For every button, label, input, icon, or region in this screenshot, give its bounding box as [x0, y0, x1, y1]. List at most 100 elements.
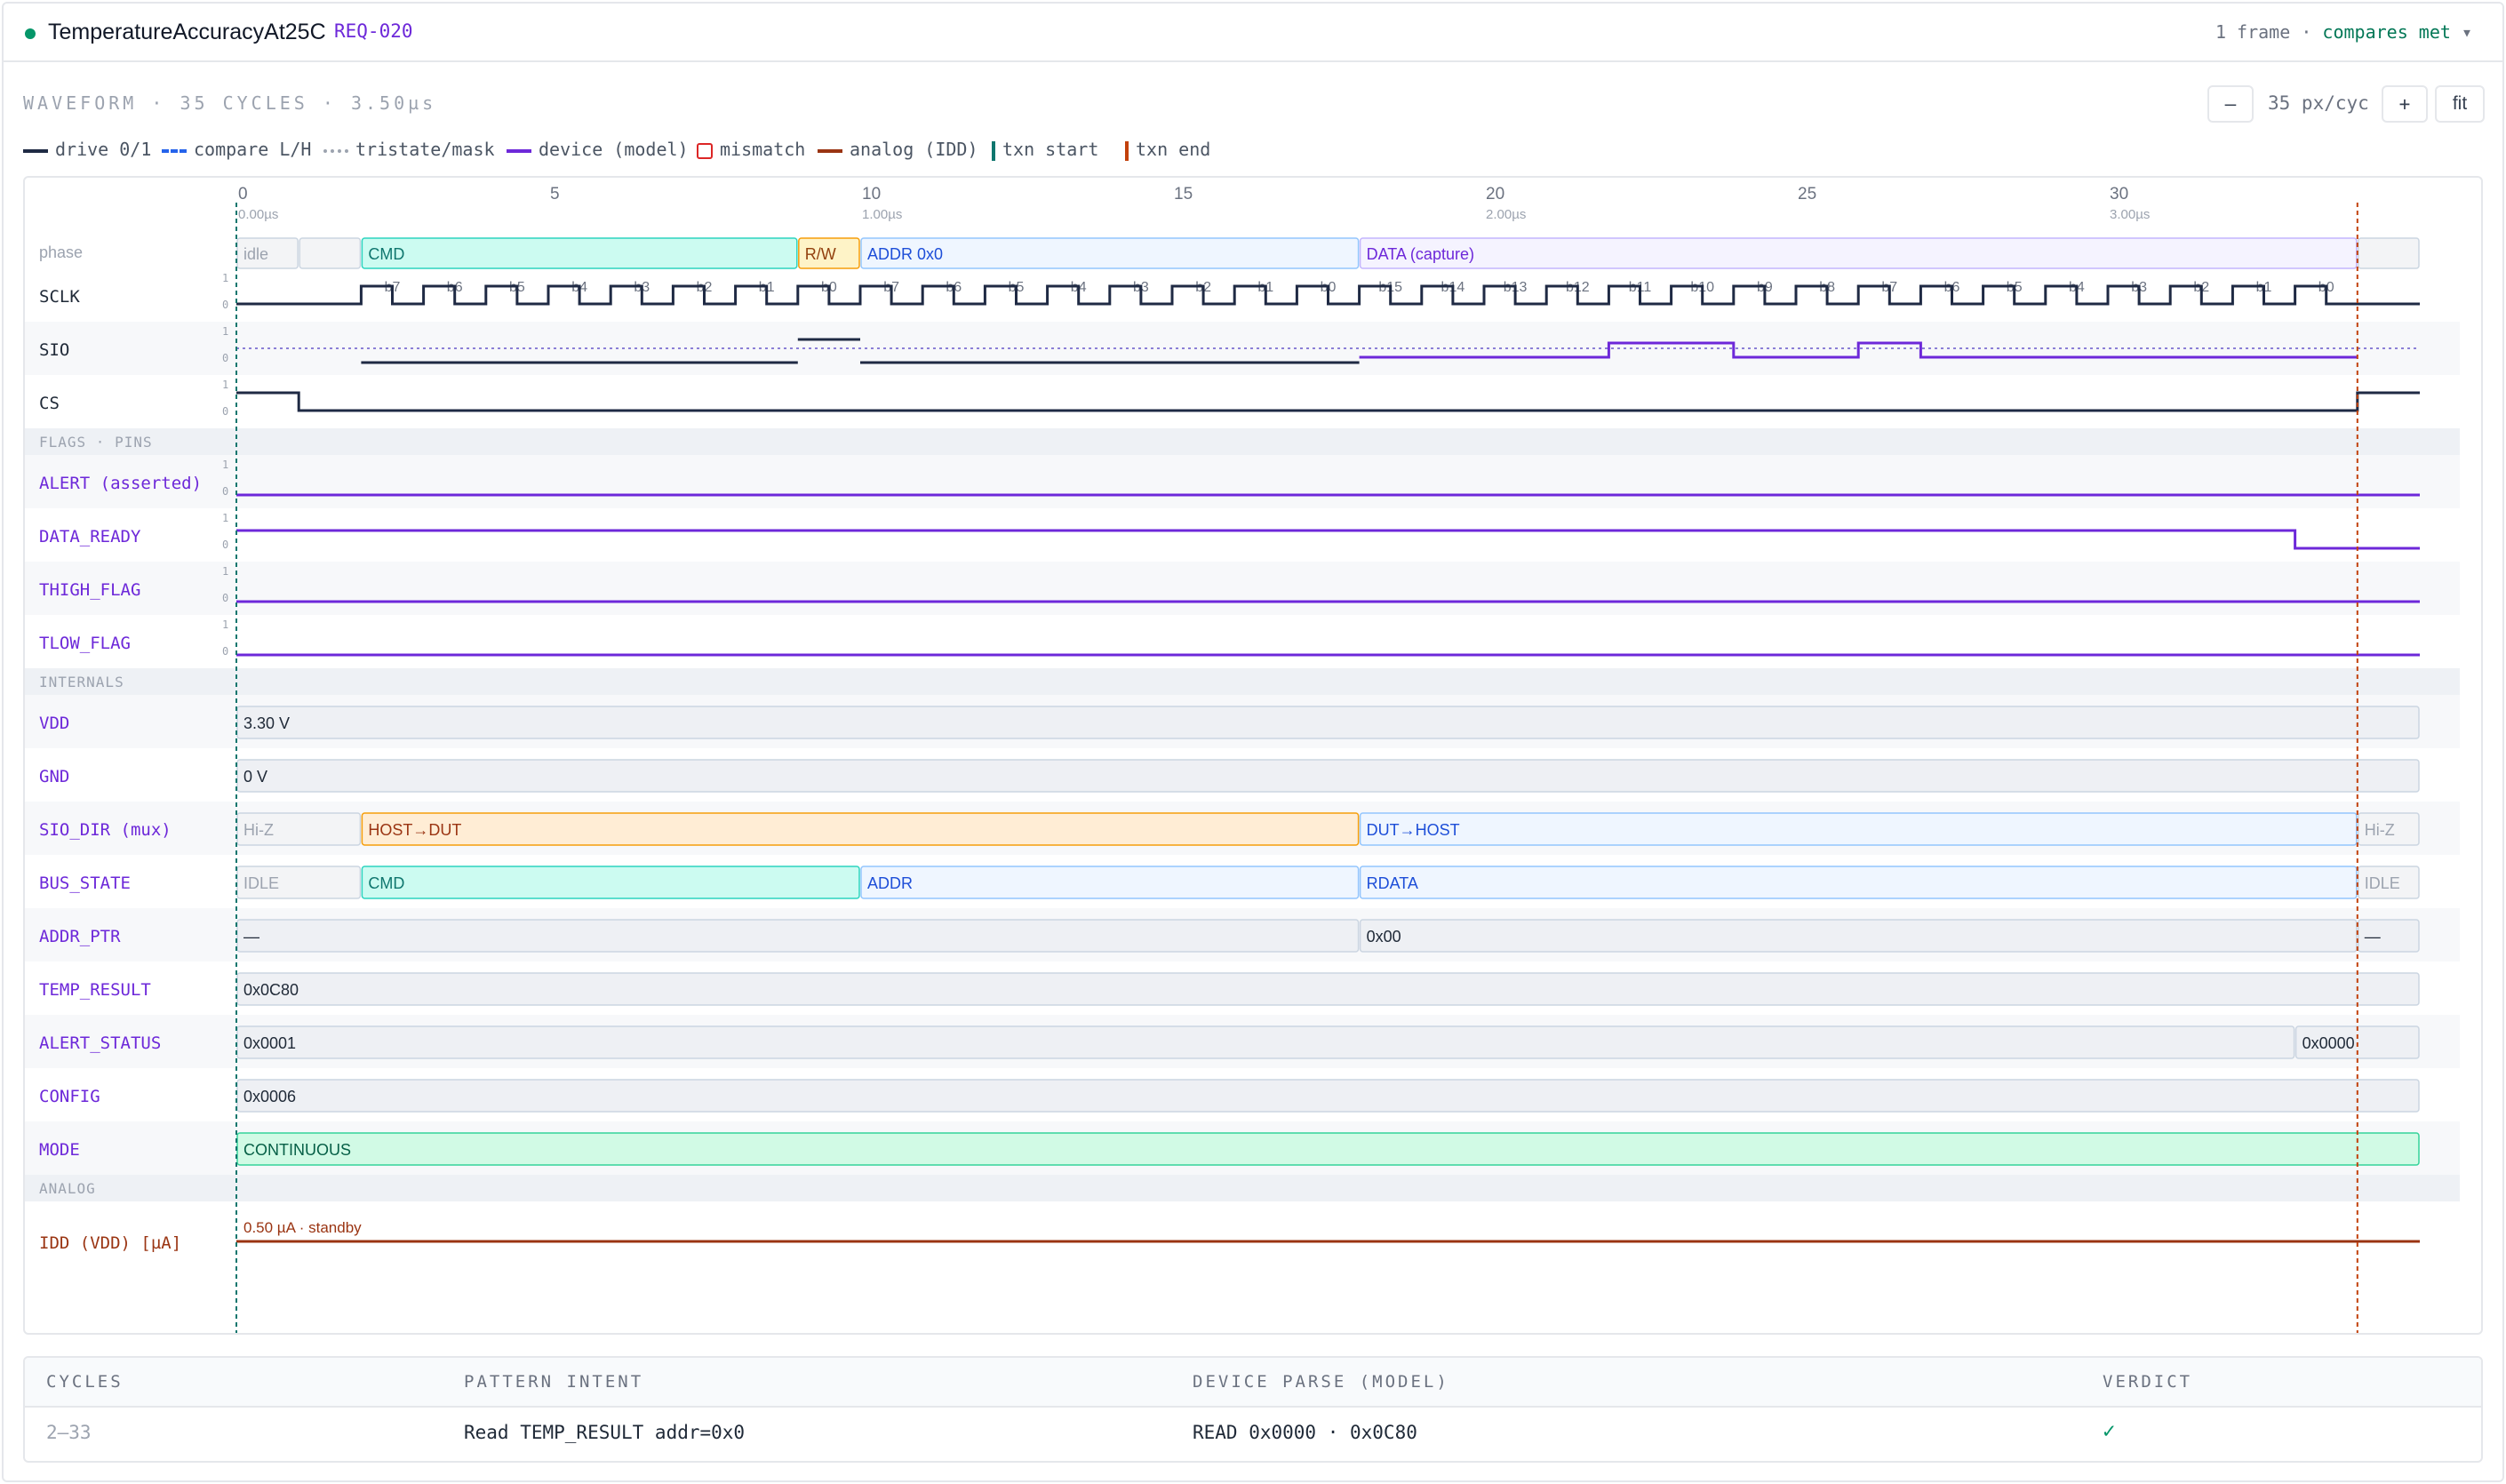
time-tick-time: 1.00µs [862, 207, 902, 222]
bus-value: RDATA [1367, 874, 1418, 892]
time-tick-label: 20 [1486, 185, 1504, 203]
transaction-table: CYCLES PATTERN INTENT DEVICE PARSE (MODE… [23, 1356, 2483, 1463]
bus-value: Hi-Z [2365, 821, 2395, 839]
signal-label: ALERT_STATUS [39, 1033, 161, 1053]
compare-status: compares met [2322, 21, 2451, 43]
legend-compare-swatch [162, 148, 187, 153]
signal-label: CS [39, 394, 60, 413]
time-tick-label: 15 [1174, 185, 1193, 203]
time-tick-label: 5 [550, 185, 560, 203]
zoom-in-button[interactable]: + [2382, 85, 2428, 123]
phase-segment-label: R/W [805, 245, 836, 263]
legend-mismatch: mismatch [697, 139, 805, 160]
bus-value: HOST→DUT [368, 821, 461, 839]
legend-txn-end-swatch [1125, 140, 1129, 161]
bus-value: — [243, 928, 259, 945]
bus-value: IDLE [243, 874, 279, 892]
signal-label: TLOW_FLAG [39, 634, 131, 653]
legend-drive: drive 0/1 [23, 139, 151, 160]
table-header: CYCLES PATTERN INTENT DEVICE PARSE (MODE… [25, 1358, 2481, 1408]
signal-label: IDD (VDD) [µA] [39, 1233, 181, 1253]
bus-segment [236, 972, 2420, 1006]
phase-segment-label: CMD [368, 245, 404, 263]
cycles-cell: 2–33 [46, 1422, 92, 1443]
level-high-label: 1 [222, 565, 228, 578]
level-high-label: 1 [222, 379, 228, 391]
level-low-label: 0 [222, 539, 228, 551]
bus-segment [236, 759, 2420, 793]
signal-label: ADDR_PTR [39, 927, 121, 946]
signal-label: DATA_READY [39, 527, 141, 547]
bus-value: CONTINUOUS [243, 1141, 351, 1159]
legend-mismatch-label: mismatch [720, 139, 806, 160]
analog-annotation: 0.50 µA · standby [243, 1219, 362, 1236]
bus-segment [236, 706, 2420, 739]
phase-segment-label: DATA (capture) [1367, 245, 1474, 263]
waveform-panel[interactable]: 0 0.00µs 5 10 1.00µs 15 20 2.00µs 25 30 3.00µs phas… [23, 176, 2483, 1335]
section-band [25, 1175, 2460, 1201]
column-header-intent: PATTERN INTENT [464, 1372, 644, 1392]
phase-segment [1359, 237, 2358, 269]
signal-label: GND [39, 767, 69, 786]
signal-label: THIGH_FLAG [39, 580, 140, 600]
signal-label: SCLK [39, 287, 80, 307]
requirement-tag[interactable]: REQ-020 [334, 20, 413, 42]
legend-mismatch-swatch [697, 142, 713, 159]
level-low-label: 0 [222, 352, 228, 364]
digital-waveform [236, 391, 2420, 412]
column-header-parse: DEVICE PARSE (MODEL) [1193, 1372, 1449, 1392]
bus-value: CMD [368, 874, 404, 892]
row-band [25, 562, 2460, 615]
signal-label: SIO_DIR (mux) [39, 820, 172, 840]
waveform-canvas[interactable]: 00.00µs5 101.00µs15 202.00µs25 303.00µsphas… [25, 178, 2483, 1335]
legend-compare-label: compare L/H [194, 139, 312, 160]
time-tick-label: 0 [238, 185, 248, 203]
legend-analog-swatch [818, 148, 842, 153]
row-band [25, 455, 2460, 508]
bus-segment [361, 866, 860, 899]
legend-device-label: device (model) [539, 139, 689, 160]
phase-segment-label: idle [243, 245, 268, 263]
legend-compare: compare L/H [162, 139, 311, 160]
status-dot [25, 28, 36, 39]
level-high-label: 1 [222, 512, 228, 524]
time-tick-time: 3.00µs [2110, 207, 2150, 222]
legend-txn-start: txn start [992, 139, 1098, 161]
zoom-level: 35 px/cyc [2268, 92, 2369, 114]
bus-segment [860, 866, 1360, 899]
frame-count: 1 frame [2215, 21, 2291, 43]
legend-device-swatch [507, 148, 531, 153]
signal-label: ALERT (asserted) [39, 474, 202, 493]
zoom-out-button[interactable]: – [2207, 85, 2254, 123]
legend-analog-label: analog (IDD) [850, 139, 978, 160]
bus-value: ADDR [867, 874, 913, 892]
phase-segment [299, 237, 362, 269]
bus-value: 0x0006 [243, 1088, 296, 1105]
chevron-down-icon: ▾ [2461, 21, 2472, 43]
bus-segment [236, 1079, 2420, 1113]
flag-waveform [236, 529, 2420, 550]
phase-row-label: phase [39, 243, 83, 261]
summary-separator: · [2301, 21, 2312, 43]
level-high-label: 1 [222, 459, 228, 471]
level-high-label: 1 [222, 272, 228, 284]
signal-label: BUS_STATE [39, 874, 131, 893]
intent-cell: Read TEMP_RESULT addr=0x0 [464, 1422, 746, 1443]
bus-value: — [2365, 928, 2381, 945]
level-low-label: 0 [222, 405, 228, 418]
legend-txn-end: txn end [1125, 139, 1210, 161]
time-tick-label: 10 [862, 185, 881, 203]
section-label: FLAGS · PINS [39, 434, 153, 451]
bus-segment [1359, 866, 2358, 899]
bus-value: 0x0000 [2302, 1034, 2355, 1052]
legend-tristate-label: tristate/mask [355, 139, 495, 160]
level-high-label: 1 [222, 618, 228, 631]
frame-summary[interactable]: 1 frame · compares met ▾ [2215, 21, 2472, 43]
bus-value: 0x00 [1367, 928, 1401, 945]
column-header-verdict: VERDICT [2103, 1372, 2193, 1392]
legend-txn-end-label: txn end [1136, 139, 1211, 160]
phase-segment [2358, 237, 2420, 269]
legend-analog: analog (IDD) [818, 139, 978, 160]
fit-button[interactable]: fit [2435, 85, 2485, 123]
legend-txn-start-label: txn start [1002, 139, 1099, 160]
